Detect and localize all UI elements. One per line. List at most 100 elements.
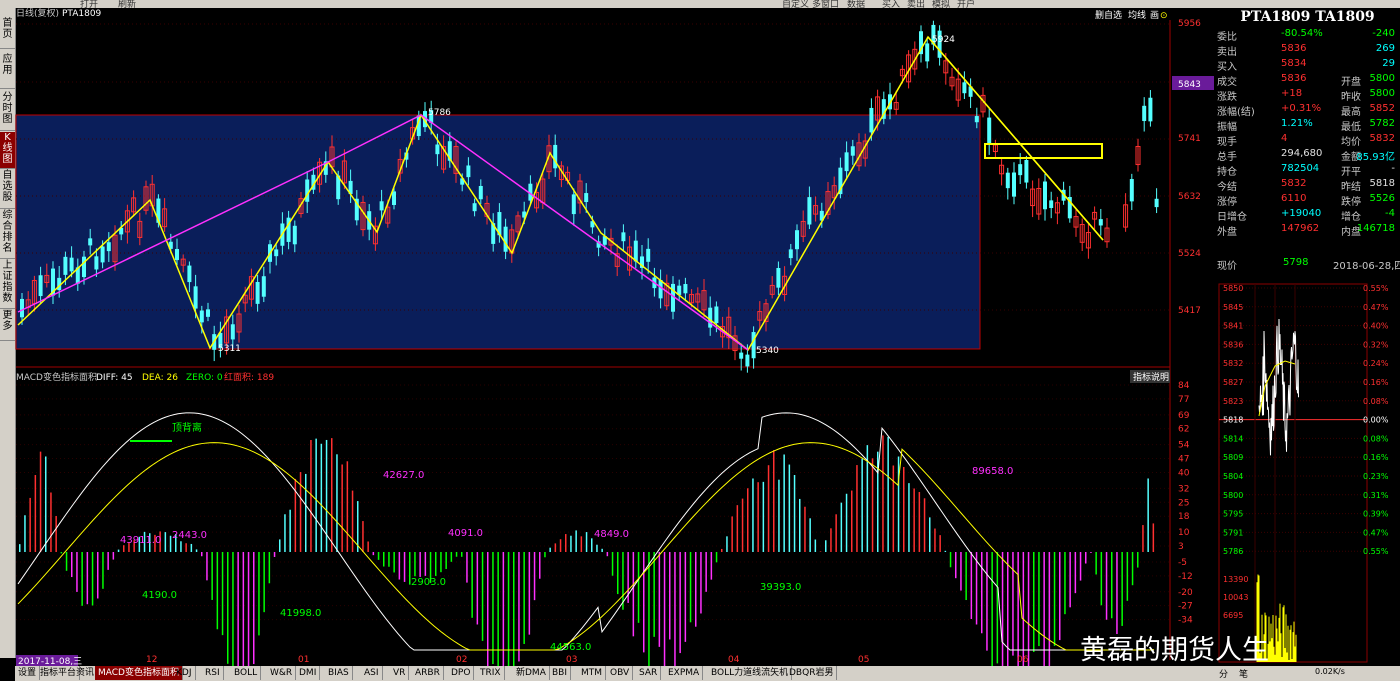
mini-price-tick: 5832 [1223, 359, 1243, 368]
indicator-tab[interactable]: KDJ [173, 666, 196, 680]
macd-diff: DIFF: 45 [96, 373, 133, 383]
macd-axis-tick: 62 [1178, 425, 1189, 435]
macd-bar [913, 488, 915, 552]
macd-axis-tick: 3 [1178, 542, 1184, 552]
macd-bar [580, 536, 583, 552]
quote-value: 6110 [1281, 193, 1307, 204]
macd-bar [284, 514, 286, 552]
candle-body [379, 201, 384, 211]
indicator-tab[interactable]: EXPMA [665, 666, 704, 680]
candle-body [274, 249, 279, 257]
macd-bar [450, 552, 453, 562]
indicator-tab[interactable]: VR [390, 666, 410, 680]
kline-chart[interactable]: 日线(复权) PTA1809 删自选 均线 画 ⊙ 5956 5843 5741… [0, 0, 1215, 666]
macd-bar [528, 552, 531, 635]
macd-axis-tick: -27 [1178, 602, 1193, 612]
macd-bar [320, 443, 323, 552]
quote-row: 涨停 6110 跌停 5526 [1215, 192, 1397, 208]
macd-bar [487, 552, 489, 666]
area-label: 39393.0 [760, 582, 801, 593]
indicator-tab[interactable]: DBQR岩男 [786, 666, 838, 680]
indicator-tab[interactable]: DMI [296, 666, 321, 680]
macd-bar [1053, 552, 1056, 646]
macd-bar [445, 552, 447, 570]
tool-remove-watch[interactable]: 删自选 [1095, 9, 1122, 21]
mini-pct-tick: 0.55% [1363, 284, 1389, 293]
quote-label: 振幅 [1217, 122, 1237, 133]
candle-body [584, 193, 589, 203]
macd-axis-tick: 84 [1178, 381, 1190, 391]
macd-bar [1022, 552, 1025, 666]
candle-body [962, 82, 967, 94]
macd-bar [1105, 552, 1108, 620]
candle-body [100, 246, 105, 263]
macd-bar [216, 552, 219, 630]
macd-bar [24, 515, 26, 552]
macd-bar [944, 550, 947, 552]
indicator-help-button[interactable]: 指标说明 [1133, 371, 1169, 383]
macd-bar [814, 539, 817, 552]
macd-bar [19, 544, 21, 552]
quote-label: 买入 [1217, 62, 1237, 73]
candle-body [1024, 160, 1029, 183]
quote-label: 涨幅(结) [1217, 107, 1255, 118]
indicator-tab[interactable]: DPO [448, 666, 475, 680]
indicator-tab[interactable]: SAR [636, 666, 662, 680]
candle-body [751, 332, 756, 359]
macd-bar [424, 552, 427, 576]
mini-price-tick: 5823 [1223, 397, 1243, 406]
indicator-tab[interactable]: BOLL [231, 666, 262, 680]
quote-value: 5836 [1281, 43, 1307, 54]
macd-axis-tick: -5 [1178, 558, 1187, 568]
indicator-tab[interactable]: RSI [202, 666, 224, 680]
quote-label: 外盘 [1217, 227, 1237, 238]
quote-value: 5832 [1369, 133, 1395, 144]
mini-price-tick: 5841 [1223, 322, 1243, 331]
indicator-tab[interactable]: MACD变色指标面积 [95, 666, 183, 680]
quote-value: -240 [1372, 28, 1395, 39]
indicator-tab[interactable]: OBV [607, 666, 634, 680]
quote-row: 涨跌 +18 昨收 5800 [1215, 87, 1397, 103]
macd-bar [611, 552, 614, 576]
macd-bar [279, 539, 281, 552]
macd-bar [435, 552, 437, 576]
indicator-tab[interactable]: MTM [578, 666, 607, 680]
quote-row: 总手 294,680 金额 85.93亿 [1215, 147, 1397, 163]
indicator-tab[interactable]: BIAS [325, 666, 353, 680]
quote-value: +0.31% [1281, 103, 1322, 114]
indicator-tab[interactable]: BBI [549, 666, 572, 680]
indicator-tab[interactable]: W&R [267, 666, 297, 680]
macd-bar [726, 536, 728, 552]
candle-body [1012, 172, 1016, 197]
intraday-chart[interactable]: 5850 0.55% 5845 0.47% 5841 0.40% 5836 0.32% 5832… [1215, 266, 1400, 666]
macd-bar [1085, 552, 1087, 564]
indicator-tab[interactable]: 新DMA [513, 666, 550, 680]
macd-bar [1017, 552, 1019, 666]
area-label: 2903.0 [411, 577, 446, 588]
indicator-tab[interactable]: ASI [361, 666, 383, 680]
mini-pct-tick: 0.47% [1363, 303, 1389, 312]
mini-price-tick: 5809 [1223, 453, 1243, 462]
macd-bar [1095, 552, 1097, 575]
quote-value: -4 [1385, 208, 1395, 219]
tab-bi[interactable]: 笔 [1239, 667, 1248, 680]
tool-draw[interactable]: 画 [1150, 10, 1159, 21]
quote-value: 782504 [1281, 163, 1320, 174]
tool-settings-icon[interactable]: ⊙ [1160, 11, 1168, 21]
macd-bar [986, 552, 988, 651]
indicator-tab[interactable]: BOLL力道线流矢机 [708, 666, 793, 680]
quote-row: 卖出 5836 269 [1215, 42, 1397, 58]
macd-bar [1043, 552, 1045, 666]
candle-body [255, 281, 260, 304]
macd-bar [799, 498, 801, 552]
tab-fen[interactable]: 分 [1219, 667, 1228, 680]
mini-pct-tick: 0.32% [1363, 340, 1389, 349]
macd-axis-tick: 69 [1178, 411, 1190, 421]
candle-body [850, 146, 855, 156]
indicator-tab[interactable]: ARBR [412, 666, 444, 680]
volume-tick: 13390 [1223, 575, 1248, 584]
indicator-tab[interactable]: TRIX [477, 666, 505, 680]
macd-bar [939, 535, 941, 552]
macd-bar [29, 497, 31, 552]
tool-ma[interactable]: 均线 [1128, 9, 1146, 21]
